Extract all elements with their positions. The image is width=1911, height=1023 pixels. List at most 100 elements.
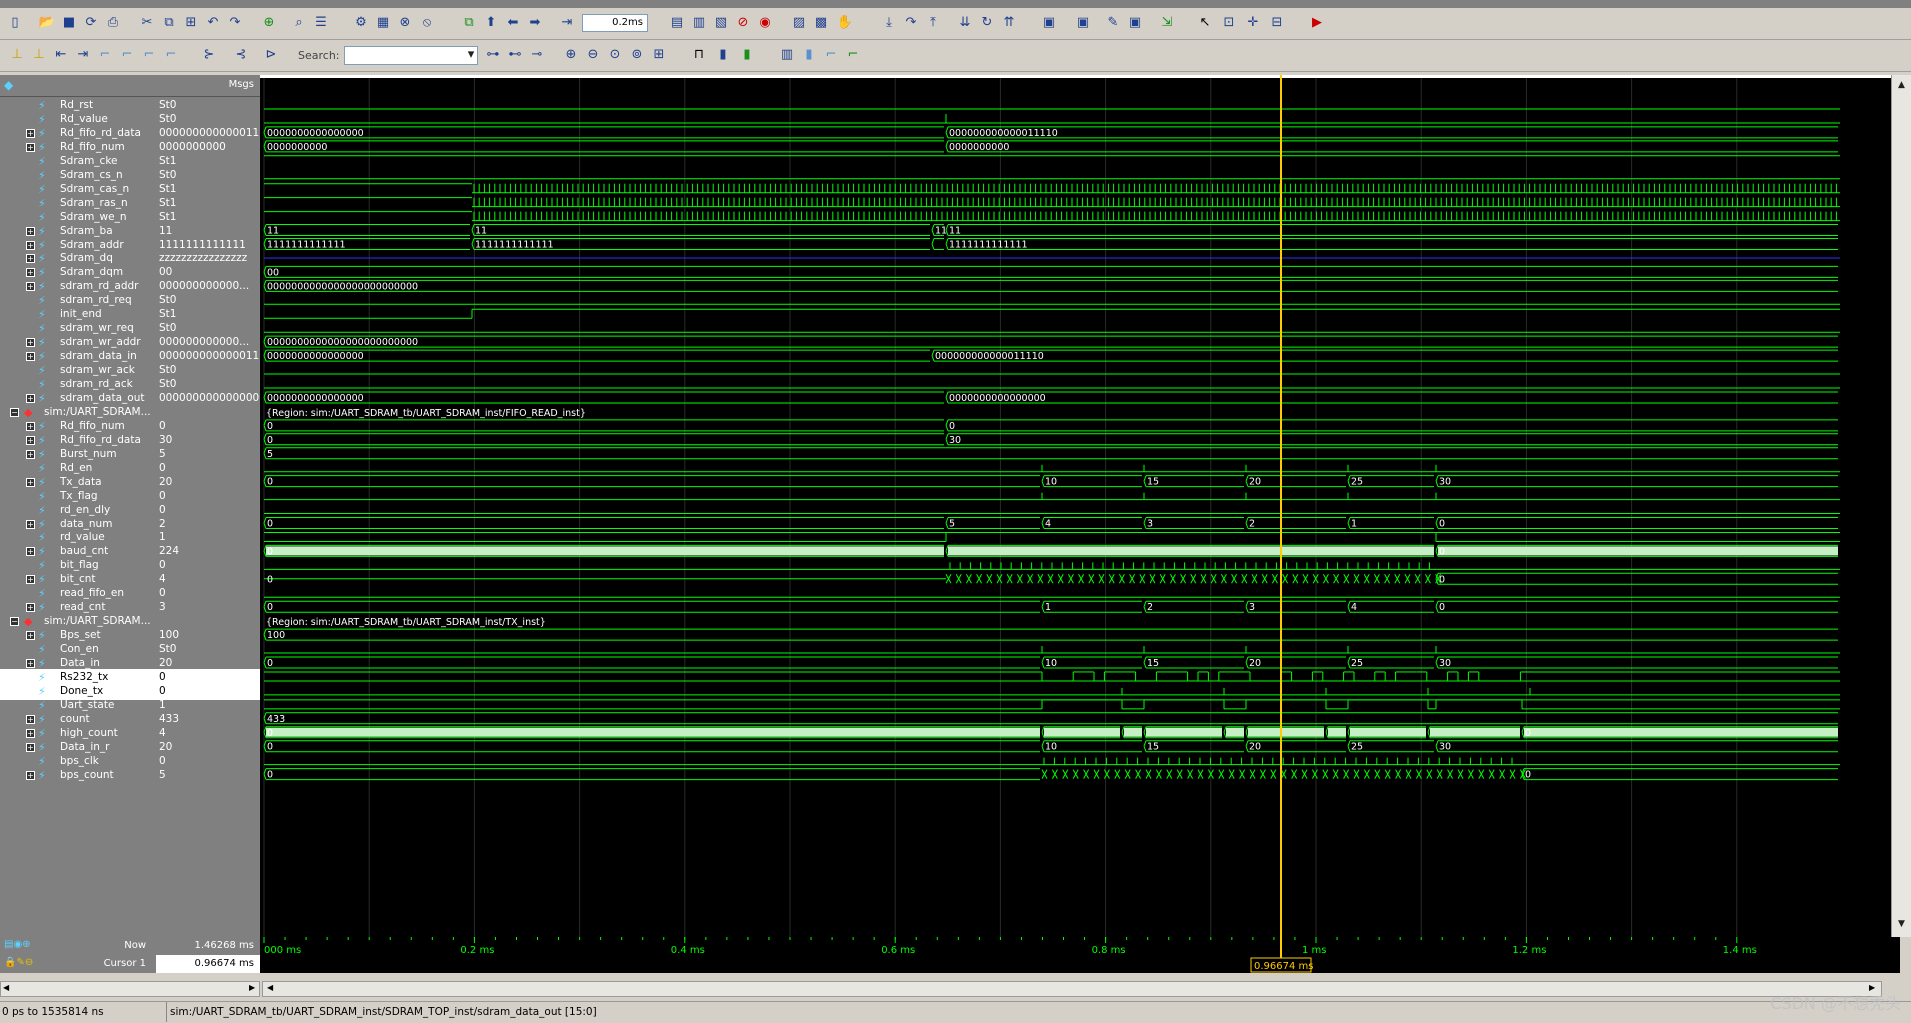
expand-toggle-icon[interactable]: + [26,771,35,780]
expand-toggle-icon[interactable]: + [26,227,35,236]
hscroll-right-icon[interactable]: ▶ [249,983,255,992]
step-into-icon[interactable]: ⤓ [880,14,898,32]
layout-b-icon[interactable]: ▣ [1074,14,1092,32]
search-input[interactable] [344,46,478,65]
zoom-mode-icon[interactable]: ⊡ [1220,14,1238,32]
expand-toggle-icon[interactable]: + [26,520,35,529]
collapse-time-icon[interactable]: ⊰ [232,46,250,64]
wave-scroll-left-icon[interactable]: ◀ [267,983,273,992]
expand-toggle-icon[interactable]: + [26,575,35,584]
expand-toggle-icon[interactable]: + [26,143,35,152]
edge-d-icon[interactable]: ⌐ [162,46,180,64]
scroll-up-icon[interactable]: ▲ [1895,79,1908,92]
step-into2-icon[interactable]: ⇊ [956,14,974,32]
expand-toggle-icon[interactable]: + [26,478,35,487]
wave-style-d-icon[interactable]: ▥ [778,46,796,64]
layout-a-icon[interactable]: ▣ [1040,14,1058,32]
scroll-down-icon[interactable]: ▼ [1895,918,1908,931]
expand-toggle-icon[interactable]: + [26,631,35,640]
layout-d-icon[interactable]: ▣ [1126,14,1144,32]
new-file-icon[interactable]: ▯ [6,14,24,32]
search-opt-icon[interactable]: ⊸ [528,46,546,64]
expand-toggle-icon[interactable]: − [10,408,19,417]
zoom-full-icon[interactable]: ⊙ [606,46,624,64]
grid-icon[interactable]: ▦ [374,14,392,32]
zoom-in-icon[interactable]: ⊕ [562,46,580,64]
edge-prev-icon[interactable]: ⇤ [52,46,70,64]
paste-icon[interactable]: ⊞ [182,14,200,32]
continue-icon[interactable]: ▥ [690,14,708,32]
expand-toggle-icon[interactable]: + [26,129,35,138]
copy-icon[interactable]: ⧉ [160,14,178,32]
edit-icon[interactable]: ▶ [1308,14,1326,32]
edge-b-icon[interactable]: ⌐ [118,46,136,64]
search-next-icon[interactable]: ⊷ [506,46,524,64]
compile-icon[interactable]: ⚙ [352,14,370,32]
delta-icon[interactable]: ⊳ [262,46,280,64]
expand-toggle-icon[interactable]: + [26,394,35,403]
cut-icon[interactable]: ✂ [138,14,156,32]
vertical-scrollbar[interactable]: ▲ ▼ [1891,75,1911,937]
expand-toggle-icon[interactable]: + [26,547,35,556]
expand-toggle-icon[interactable]: + [26,715,35,724]
list-icon[interactable]: ☰ [312,14,330,32]
expand-toggle-icon[interactable]: + [26,352,35,361]
zoom-out-icon[interactable]: ⊖ [584,46,602,64]
step-icon[interactable]: ⧉ [460,14,478,32]
expand-toggle-icon[interactable]: + [26,450,35,459]
restart-icon[interactable]: ↻ [978,14,996,32]
layout-c-icon[interactable]: ✎ [1104,14,1122,32]
expand-toggle-icon[interactable]: + [26,422,35,431]
names-hscroll[interactable]: ◀ ▶ [0,981,260,997]
zoom-area-icon[interactable]: ⊞ [650,46,668,64]
cursor-del-icon[interactable]: ⊥ [30,46,48,64]
search-prev-icon[interactable]: ⊶ [484,46,502,64]
run-all-icon[interactable]: ▧ [712,14,730,32]
expand-time-icon[interactable]: ⊱ [200,46,218,64]
find-icon[interactable]: ⌕ [290,14,308,32]
wave-style-e-icon[interactable]: ▮ [800,46,818,64]
wave-style-a-icon[interactable]: ⊓ [690,46,708,64]
memory-icon[interactable]: ▩ [812,14,830,32]
cursor-add-icon[interactable]: ⊥ [8,46,26,64]
signal-row[interactable]: + ⚡ bps_count [0,767,156,784]
zoom-cursor-icon[interactable]: ⊚ [628,46,646,64]
run-length-icon[interactable]: ⇥ [558,14,576,32]
expand-toggle-icon[interactable]: + [26,743,35,752]
add-icon[interactable]: ⊕ [260,14,278,32]
expand-toggle-icon[interactable]: + [26,603,35,612]
print-icon[interactable]: ⎙ [104,14,122,32]
edge-next-icon[interactable]: ⇥ [74,46,92,64]
expand-toggle-icon[interactable]: + [26,338,35,347]
wave-hscroll[interactable]: ◀ ▶ [262,981,1882,997]
expand-toggle-icon[interactable]: + [26,659,35,668]
wave-style-b-icon[interactable]: ▮ [714,46,732,64]
edge-c-icon[interactable]: ⌐ [140,46,158,64]
cross-icon[interactable]: ✛ [1244,14,1262,32]
stop-icon[interactable]: ⦸ [418,14,436,32]
search-dropdown-icon[interactable]: ▾ [462,46,480,64]
expand-toggle-icon[interactable]: + [26,268,35,277]
reload-icon[interactable]: ⟳ [82,14,100,32]
expand-toggle-icon[interactable]: − [10,617,19,626]
expand-toggle-icon[interactable]: + [26,436,35,445]
edge-a-icon[interactable]: ⌐ [96,46,114,64]
break-icon[interactable]: ⊗ [396,14,414,32]
profile-icon[interactable]: ▨ [790,14,808,32]
step-out-icon[interactable]: ⤒ [924,14,942,32]
up-arrow-icon[interactable]: ⬆ [482,14,500,32]
hscroll-left-icon[interactable]: ◀ [3,983,9,992]
stop-run-icon[interactable]: ◉ [756,14,774,32]
save-icon[interactable]: ■ [60,14,78,32]
wave-style-f-icon[interactable]: ⌐ [822,46,840,64]
break-run-icon[interactable]: ⊘ [734,14,752,32]
redo-icon[interactable]: ↷ [226,14,244,32]
wave-style-c-icon[interactable]: ▮ [738,46,756,64]
expand-toggle-icon[interactable]: + [26,729,35,738]
forward-arrow-icon[interactable]: ➡ [526,14,544,32]
expand-toggle-icon[interactable]: + [26,282,35,291]
waveform-canvas[interactable]: 0000000000000000 000000000000011110000000… [260,75,1900,937]
step-over-icon[interactable]: ↷ [902,14,920,32]
wave-style-g-icon[interactable]: ⌐ [844,46,862,64]
open-folder-icon[interactable]: 📂 [38,14,56,32]
